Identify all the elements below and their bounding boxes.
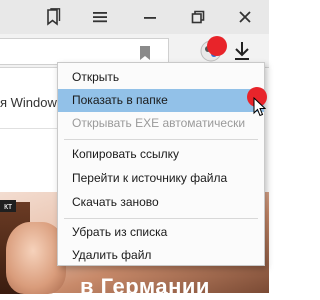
- menu-button[interactable]: [87, 5, 113, 29]
- photo-caption: в Германии: [80, 274, 210, 299]
- menu-item-download-again[interactable]: Скачать заново: [58, 191, 264, 214]
- menu-item-go-to-source[interactable]: Перейти к источнику файла: [58, 167, 264, 190]
- restore-icon: [191, 10, 205, 24]
- menu-item-delete-file[interactable]: Удалить файл: [58, 244, 264, 267]
- menu-item-copy-link[interactable]: Копировать ссылку: [58, 143, 264, 166]
- download-icon[interactable]: [232, 40, 252, 62]
- menu-item-open-exe-automatically: Открывать EXE автоматически: [72, 116, 246, 130]
- close-button[interactable]: [232, 5, 258, 29]
- menu-item-open[interactable]: Открыть: [58, 66, 264, 89]
- restore-button[interactable]: [185, 5, 211, 29]
- menu-separator: [64, 139, 258, 140]
- address-bar[interactable]: [0, 38, 169, 65]
- page-text-fragment: я Window: [0, 95, 57, 110]
- mouse-pointer-icon: [253, 97, 267, 117]
- photo-label: кт: [0, 200, 17, 212]
- minimize-icon: [144, 17, 156, 19]
- close-icon: [239, 11, 251, 23]
- bookmarks-panel-button[interactable]: [40, 5, 66, 29]
- menu-separator: [64, 218, 258, 219]
- browser-title-bar: [0, 0, 269, 34]
- download-context-menu: Открыть Показать в папке Открывать EXE а…: [57, 62, 265, 266]
- minimize-button[interactable]: [137, 5, 163, 29]
- menu-item-remove-from-list[interactable]: Убрать из списка: [58, 221, 264, 244]
- bookmarks-icon: [47, 8, 61, 26]
- menu-item-show-in-folder[interactable]: Показать в папке: [58, 89, 264, 112]
- annotation-dot: [207, 36, 227, 56]
- page-divider: [0, 128, 60, 129]
- bookmark-icon[interactable]: [140, 46, 150, 60]
- hamburger-icon: [93, 12, 107, 23]
